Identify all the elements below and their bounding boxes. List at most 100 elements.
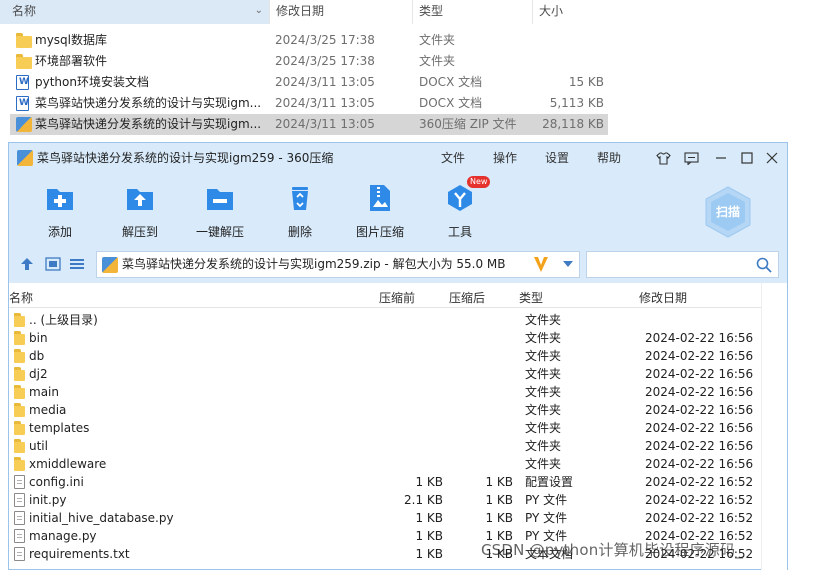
scan-button[interactable]: 扫描 <box>703 185 753 239</box>
menu-help[interactable]: 帮助 <box>597 143 621 173</box>
one-click-extract-button[interactable]: 一键解压 <box>185 179 255 241</box>
explorer-row[interactable]: mysql数据库 2024/3/25 17:38 文件夹 <box>10 30 608 51</box>
delete-button[interactable]: 删除 <box>265 179 335 241</box>
file-type: 文件夹 <box>525 367 562 381</box>
column-modified[interactable]: 修改日期 <box>639 288 687 308</box>
row-name: mysql数据库 <box>35 33 107 47</box>
sort-down-icon: ⌄ <box>254 5 263 16</box>
file-name: manage.py <box>29 529 97 543</box>
zip-icon <box>16 117 32 132</box>
folder-icon <box>14 457 25 471</box>
file-before: 1 KB <box>415 529 443 543</box>
close-icon[interactable] <box>764 150 780 166</box>
file-name: util <box>29 439 48 453</box>
column-name[interactable]: 名称 ⌄ <box>0 0 270 24</box>
row-date: 2024/3/25 17:38 <box>275 54 375 68</box>
file-name: xmiddleware <box>29 457 107 471</box>
folder-icon <box>14 367 25 381</box>
path-field[interactable]: 菜鸟驿站快递分发系统的设计与实现igm259.zip - 解包大小为 55.0 … <box>96 251 580 278</box>
file-name: config.ini <box>29 475 84 489</box>
column-type[interactable]: 类型 <box>413 0 533 24</box>
file-row[interactable]: templates 文件夹 2024-02-22 16:56 <box>9 419 761 437</box>
search-icon[interactable] <box>756 257 772 273</box>
row-size: 5,113 KB <box>549 96 604 110</box>
chevron-down-icon[interactable] <box>563 261 573 267</box>
file-date: 2024-02-22 16:56 <box>645 385 754 399</box>
row-name: 菜鸟驿站快递分发系统的设计与实现igm... <box>35 96 262 110</box>
minimize-icon[interactable] <box>713 150 729 166</box>
image-compress-button[interactable]: 图片压缩 <box>345 179 415 241</box>
extract-to-button[interactable]: 解压到 <box>105 179 175 241</box>
file-type: 文件夹 <box>525 349 562 363</box>
file-date: 2024-02-22 16:56 <box>645 331 754 345</box>
row-type: 文件夹 <box>419 33 456 47</box>
column-before[interactable]: 压缩前 <box>379 288 415 308</box>
column-size-label: 大小 <box>539 4 564 18</box>
file-date: 2024-02-22 16:56 <box>645 439 754 453</box>
search-input[interactable] <box>591 254 751 275</box>
view-toggle-icon[interactable] <box>45 257 61 271</box>
menu-settings[interactable]: 设置 <box>545 143 569 173</box>
file-after: 1 KB <box>485 493 513 507</box>
file-date: 2024-02-22 16:52 <box>645 475 754 489</box>
file-row[interactable]: db 文件夹 2024-02-22 16:56 <box>9 347 761 365</box>
explorer-row-selected[interactable]: 菜鸟驿站快递分发系统的设计与实现igm... 2024/3/11 13:05 3… <box>10 114 608 135</box>
file-row[interactable]: .. (上级目录) 文件夹 <box>9 311 761 329</box>
row-name: 菜鸟驿站快递分发系统的设计与实现igm... <box>35 117 262 131</box>
column-name[interactable]: 名称 <box>9 288 33 308</box>
column-type[interactable]: 类型 <box>519 288 543 308</box>
up-arrow-icon[interactable] <box>19 257 35 271</box>
search-box[interactable] <box>586 251 779 278</box>
file-explorer-list: 名称 ⌄ 修改日期 类型 大小 mysql数据库 2024/3/25 17:38 … <box>0 0 612 142</box>
file-date: 2024-02-22 16:56 <box>645 367 754 381</box>
tools-button[interactable]: New 工具 <box>425 176 495 241</box>
row-type: DOCX 文档 <box>419 75 483 89</box>
file-row[interactable]: init.py 2.1 KB 1 KB PY 文件 2024-02-22 16:52 <box>9 491 761 509</box>
column-date[interactable]: 修改日期 <box>270 0 413 24</box>
skin-shirt-icon[interactable] <box>655 150 671 166</box>
file-date: 2024-02-22 16:52 <box>645 493 754 507</box>
extract-folder-icon <box>127 189 153 210</box>
file-date: 2024-02-22 16:56 <box>645 457 754 471</box>
list-view-icon[interactable] <box>69 257 85 271</box>
zip-window: 菜鸟驿站快递分发系统的设计与实现igm259 - 360压缩 文件 操作 设置 … <box>8 142 788 570</box>
column-after[interactable]: 压缩后 <box>449 288 485 308</box>
file-row[interactable]: xmiddleware 文件夹 2024-02-22 16:56 <box>9 455 761 473</box>
one-click-folder-icon <box>207 189 233 210</box>
file-row[interactable]: initial_hive_database.py 1 KB 1 KB PY 文件 202… <box>9 509 761 527</box>
add-button[interactable]: 添加 <box>25 179 95 241</box>
path-text: 菜鸟驿站快递分发系统的设计与实现igm259.zip - 解包大小为 55.0 … <box>122 257 506 271</box>
file-date: 2024-02-22 16:56 <box>645 349 754 363</box>
explorer-row[interactable]: 菜鸟驿站快递分发系统的设计与实现igm... 2024/3/11 13:05 D… <box>10 93 608 114</box>
file-type: 配置设置 <box>525 475 574 489</box>
file-row[interactable]: util 文件夹 2024-02-22 16:56 <box>9 437 761 455</box>
file-row[interactable]: main 文件夹 2024-02-22 16:56 <box>9 383 761 401</box>
column-size[interactable]: 大小 <box>533 0 612 24</box>
file-name: media <box>29 403 67 417</box>
file-row[interactable]: bin 文件夹 2024-02-22 16:56 <box>9 329 761 347</box>
file-row[interactable]: dj2 文件夹 2024-02-22 16:56 <box>9 365 761 383</box>
file-date: 2024-02-22 16:52 <box>645 511 754 525</box>
feedback-icon[interactable] <box>683 150 699 166</box>
explorer-row[interactable]: 环境部署软件 2024/3/25 17:38 文件夹 <box>10 51 608 72</box>
file-row[interactable]: media 文件夹 2024-02-22 16:56 <box>9 401 761 419</box>
menu-action[interactable]: 操作 <box>493 143 517 173</box>
row-name: 环境部署软件 <box>35 54 108 68</box>
file-icon <box>14 493 25 507</box>
explorer-row[interactable]: python环境安装文档 2024/3/11 13:05 DOCX 文档 15 … <box>10 72 608 93</box>
file-row[interactable]: config.ini 1 KB 1 KB 配置设置 2024-02-22 16:52 <box>9 473 761 491</box>
verified-v-icon[interactable] <box>533 254 549 274</box>
folder-icon <box>14 349 25 363</box>
menu-file[interactable]: 文件 <box>441 143 465 173</box>
add-label: 添加 <box>47 225 72 239</box>
zip-icon <box>102 257 118 273</box>
row-date: 2024/3/11 13:05 <box>275 75 375 89</box>
app-icon <box>17 150 33 166</box>
file-name: bin <box>29 331 48 345</box>
row-type: 文件夹 <box>419 54 456 68</box>
file-icon <box>14 547 25 561</box>
vertical-scrollbar[interactable] <box>761 283 787 570</box>
title-bar[interactable]: 菜鸟驿站快递分发系统的设计与实现igm259 - 360压缩 文件 操作 设置 … <box>9 143 787 173</box>
maximize-icon[interactable] <box>739 150 755 166</box>
tools-label: 工具 <box>447 225 472 239</box>
